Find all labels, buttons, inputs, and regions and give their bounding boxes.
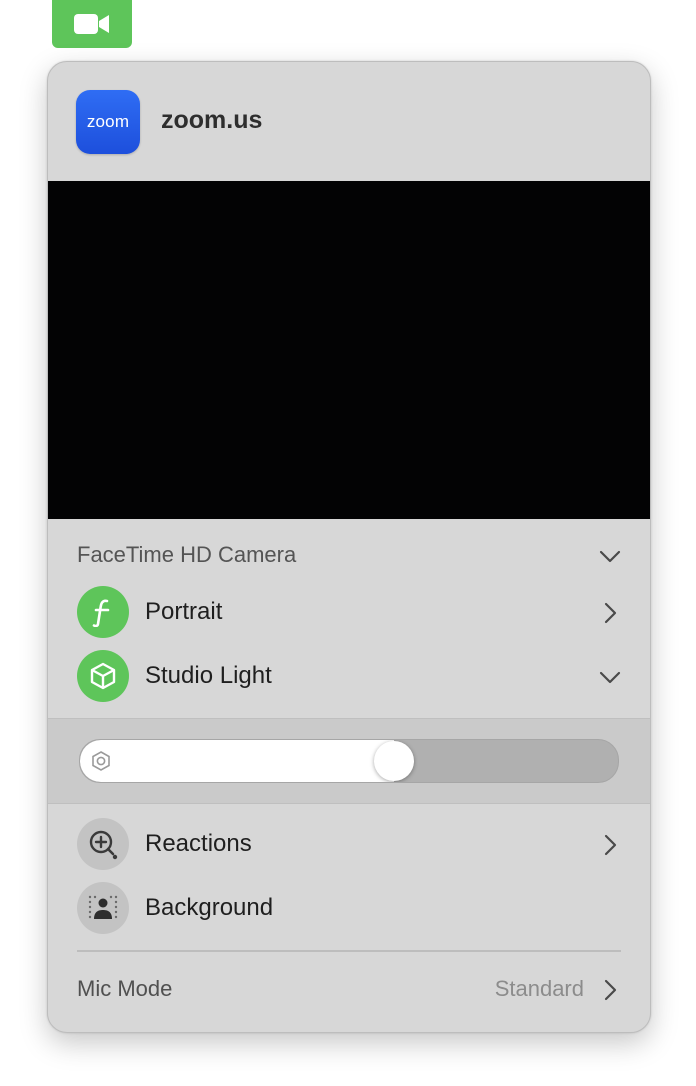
reactions-icon: [89, 830, 118, 860]
slider-fill: [80, 740, 394, 782]
app-header: zoom zoom.us: [48, 62, 650, 181]
camera-selector[interactable]: FaceTime HD Camera: [48, 532, 650, 580]
background-person-icon: [88, 895, 118, 919]
portrait-button[interactable]: [77, 586, 129, 638]
zoom-app-icon-text: zoom: [86, 112, 130, 131]
app-name: zoom.us: [161, 106, 263, 134]
mic-mode-label: Mic Mode: [77, 976, 173, 1001]
reactions-label: Reactions: [145, 830, 252, 857]
portrait-f-icon: [92, 599, 110, 627]
studio-light-intensity-icon: [92, 751, 110, 771]
mic-mode-row[interactable]: Mic Mode Standard: [48, 966, 650, 1014]
studio-light-effect-row[interactable]: Studio Light: [48, 645, 650, 709]
camera-name: FaceTime HD Camera: [77, 542, 297, 567]
chevron-down-icon: [599, 671, 621, 684]
studio-light-slider-section: [48, 718, 650, 804]
background-row[interactable]: Background: [48, 877, 650, 941]
divider: [77, 950, 621, 952]
video-menubar-button[interactable]: [52, 0, 132, 48]
cube-icon: [90, 662, 116, 690]
studio-light-button[interactable]: [77, 650, 129, 702]
portrait-label: Portrait: [145, 598, 223, 625]
reactions-row[interactable]: Reactions: [48, 813, 650, 877]
chevron-right-icon: [604, 602, 617, 624]
slider-knob[interactable]: [374, 741, 414, 781]
reactions-button[interactable]: [77, 818, 129, 870]
studio-light-label: Studio Light: [145, 662, 272, 689]
chevron-right-icon: [604, 979, 617, 1001]
zoom-app-icon: zoom: [76, 90, 140, 154]
chevron-down-icon: [599, 550, 621, 563]
video-camera-icon: [74, 14, 109, 34]
camera-preview: [48, 181, 650, 519]
background-label: Background: [145, 894, 274, 921]
chevron-right-icon: [604, 834, 617, 856]
mic-mode-value: Standard: [494, 976, 584, 1001]
portrait-effect-row[interactable]: Portrait: [48, 581, 650, 645]
studio-light-slider[interactable]: [79, 739, 619, 783]
video-effects-panel: zoom zoom.us FaceTime HD Camera Portrait: [47, 61, 651, 1033]
background-button[interactable]: [77, 882, 129, 934]
